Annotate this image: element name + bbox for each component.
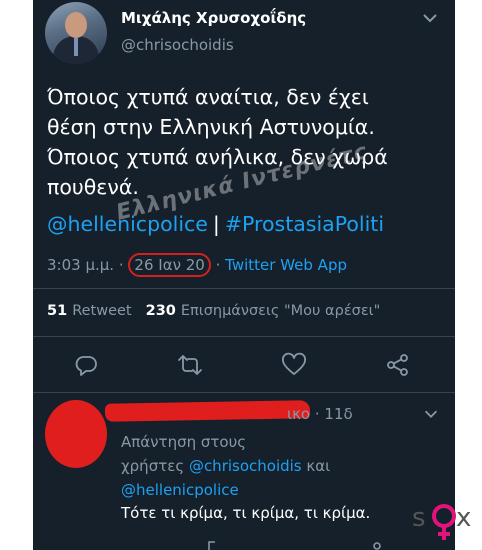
retweet-icon[interactable]: [205, 538, 223, 550]
tweet-stats: 51 Retweet 230 Επισημάνσεις "Μου αρέσει": [47, 303, 380, 319]
reply-mention[interactable]: @hellenicpolice: [121, 478, 330, 502]
reply-mention[interactable]: @chrisochoidis: [189, 457, 302, 475]
author-name[interactable]: Μιχάλης Χρυσοχοΐδης: [121, 9, 306, 27]
chevron-down-icon[interactable]: [420, 8, 440, 28]
reply-text: Τότε τι κρίμα, τι κρίμα, τι κρίμα.: [121, 504, 371, 522]
users-label: χρήστες: [121, 457, 185, 475]
tweet-date[interactable]: 26 Ιαν 20: [128, 253, 211, 277]
retweets-count: 51: [47, 303, 68, 319]
likes-label: Επισημάνσεις "Μου αρέσει": [180, 303, 381, 319]
mention-link[interactable]: @hellenicpolice: [47, 212, 208, 236]
replying-to-label: Απάντηση στους: [121, 433, 247, 451]
divider: [33, 392, 455, 393]
source-app-link[interactable]: Twitter Web App: [225, 256, 347, 274]
tweet-time: 3:03 μ.μ.: [47, 256, 115, 274]
share-icon[interactable]: [385, 352, 411, 378]
reply-icon[interactable]: [73, 352, 99, 378]
retweets-stat[interactable]: 51 Retweet: [47, 303, 132, 319]
reply-context: Απάντηση στους χρήστες @chrisochoidis κα…: [121, 430, 330, 502]
redaction-scribble: [104, 400, 311, 422]
reply-meta: ικο · 11δ: [287, 405, 353, 423]
tweet-line: θέση στην Ελληνική Αστυνομία.: [47, 115, 375, 139]
tweet-links: @hellenicpolice | #ProstasiaPoliti: [47, 212, 384, 236]
chevron-down-icon[interactable]: [422, 405, 440, 423]
retweets-label: Retweet: [72, 303, 132, 319]
likes-count: 230: [145, 303, 176, 319]
meta-dot: ·: [215, 256, 221, 274]
separator: |: [212, 212, 220, 236]
tweet-actions: [33, 352, 455, 382]
and-label: και: [306, 457, 331, 475]
svg-text:x: x: [456, 503, 471, 533]
divider: [33, 336, 455, 337]
like-icon[interactable]: [281, 352, 307, 378]
tweet-screen: Μιχάλης Χρυσοχοΐδης @chrisochoidis Όποιο…: [33, 0, 455, 550]
meta-dot: ·: [118, 256, 124, 274]
author-handle[interactable]: @chrisochoidis: [121, 36, 234, 54]
hashtag-link[interactable]: #ProstasiaPoliti: [225, 212, 384, 236]
share-icon[interactable]: [369, 538, 385, 550]
svg-text:s: s: [412, 503, 426, 533]
retweet-icon[interactable]: [177, 352, 203, 378]
divider: [33, 288, 455, 289]
likes-stat[interactable]: 230 Επισημάνσεις "Μου αρέσει": [146, 303, 381, 319]
reply-avatar-redacted[interactable]: [45, 400, 107, 468]
tweet-line: Όποιος χτυπά αναίτια, δεν έχει: [47, 85, 369, 109]
tweet-meta: 3:03 μ.μ. · 26 Ιαν 20 · Twitter Web App: [47, 253, 347, 277]
reply-actions: [33, 536, 455, 550]
avatar[interactable]: [45, 2, 107, 64]
site-logo: s x: [412, 492, 478, 542]
